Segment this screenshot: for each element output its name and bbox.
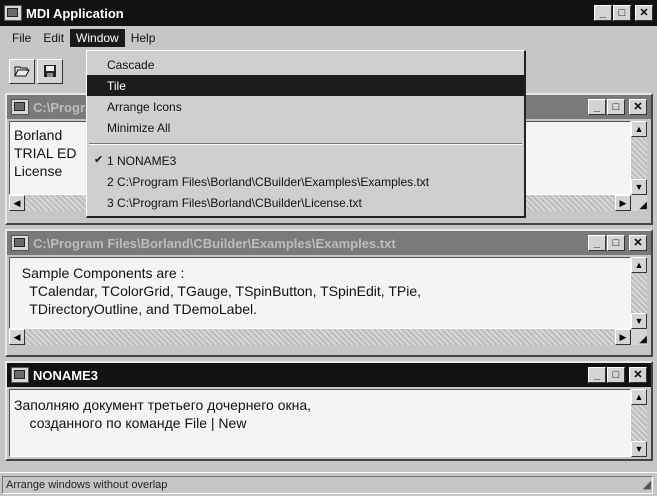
menu-item-arrange-icons[interactable]: Arrange Icons — [87, 96, 524, 117]
resize-grip-icon[interactable]: ◢ — [631, 329, 647, 345]
menu-item-label: 2 C:\Program Files\Borland\CBuilder\Exam… — [107, 174, 430, 189]
child-title-bar[interactable]: C:\Program Files\Borland\CBuilder\Exampl… — [7, 231, 651, 255]
menu-help[interactable]: Help — [125, 29, 162, 47]
child-maximize-button[interactable]: □ — [607, 367, 625, 383]
scroll-up-arrow-icon[interactable]: ▲ — [631, 257, 647, 273]
menu-item-label: 3 C:\Program Files\Borland\CBuilder\Lice… — [107, 195, 362, 210]
status-bar: Arrange windows without overlap ◢ — [0, 472, 657, 496]
save-button[interactable] — [37, 58, 63, 84]
document-icon[interactable] — [11, 235, 29, 251]
app-icon[interactable] — [4, 5, 22, 21]
document-line: Sample Components are : — [14, 265, 185, 281]
menu-item-minimize-all[interactable]: Minimize All — [87, 117, 524, 138]
document-line: TDirectoryOutline, and TDemoLabel. — [14, 301, 258, 317]
vertical-scrollbar[interactable]: ▲ ▼ — [631, 389, 647, 457]
scroll-right-arrow-icon[interactable]: ▶ — [615, 195, 631, 211]
resize-grip-icon[interactable]: ◢ — [631, 195, 647, 211]
menu-file[interactable]: File — [6, 29, 37, 47]
child-window-noname3[interactable]: NONAME3 _ □ ✕ Заполняю документ третьего… — [5, 361, 653, 461]
document-text-area[interactable]: Sample Components are : TCalendar, TColo… — [9, 257, 631, 329]
child-close-button[interactable]: ✕ — [629, 235, 647, 251]
child-minimize-button[interactable]: _ — [588, 99, 606, 115]
vertical-scrollbar[interactable]: ▲ ▼ — [631, 257, 647, 329]
menu-item-label: 1 NONAME3 — [107, 153, 177, 168]
scroll-up-arrow-icon[interactable]: ▲ — [631, 121, 647, 137]
horizontal-scrollbar[interactable]: ◀ ▶ — [9, 329, 631, 345]
menu-window[interactable]: Window — [70, 29, 125, 47]
menu-item-tile[interactable]: Tile — [87, 75, 524, 96]
scroll-up-arrow-icon[interactable]: ▲ — [631, 389, 647, 405]
scroll-down-arrow-icon[interactable]: ▼ — [631, 179, 647, 195]
menu-item-window-3[interactable]: 3 C:\Program Files\Borland\CBuilder\Lice… — [87, 192, 524, 213]
menu-item-window-1[interactable]: ✔ 1 NONAME3 — [87, 150, 524, 171]
window-menu-dropdown: Cascade Tile Arrange Icons Minimize All … — [86, 50, 526, 218]
app-title: MDI Application — [26, 5, 124, 21]
menu-item-window-2[interactable]: 2 C:\Program Files\Borland\CBuilder\Exam… — [87, 171, 524, 192]
vertical-scrollbar[interactable]: ▲ ▼ — [631, 121, 647, 195]
scroll-right-arrow-icon[interactable]: ▶ — [615, 329, 631, 345]
child-title: NONAME3 — [33, 367, 99, 383]
minimize-button[interactable]: _ — [594, 5, 612, 21]
floppy-disk-icon — [44, 65, 56, 77]
child-minimize-button[interactable]: _ — [588, 235, 606, 251]
child-title-bar[interactable]: NONAME3 _ □ ✕ — [7, 363, 651, 387]
document-line: Заполняю документ третьего дочернего окн… — [14, 397, 312, 413]
status-grip-icon[interactable]: ◢ — [643, 478, 651, 491]
document-icon[interactable] — [11, 367, 29, 383]
child-close-button[interactable]: ✕ — [629, 367, 647, 383]
scroll-down-arrow-icon[interactable]: ▼ — [631, 313, 647, 329]
menu-separator — [89, 143, 522, 145]
maximize-button[interactable]: □ — [613, 5, 631, 21]
child-close-button[interactable]: ✕ — [629, 99, 647, 115]
menu-bar: File Edit Window Help — [6, 28, 161, 48]
child-maximize-button[interactable]: □ — [607, 235, 625, 251]
menu-item-cascade[interactable]: Cascade — [87, 54, 524, 75]
scroll-left-arrow-icon[interactable]: ◀ — [9, 329, 25, 345]
folder-open-icon — [14, 66, 30, 77]
open-button[interactable] — [9, 58, 35, 84]
document-text-area[interactable]: Заполняю документ третьего дочернего окн… — [9, 389, 631, 457]
checkmark-icon: ✔ — [94, 154, 104, 166]
menu-edit[interactable]: Edit — [37, 29, 70, 47]
document-icon[interactable] — [11, 99, 29, 115]
document-line: созданного по команде File | New — [14, 415, 247, 431]
scroll-left-arrow-icon[interactable]: ◀ — [9, 195, 25, 211]
document-line: TCalendar, TColorGrid, TGauge, TSpinButt… — [14, 283, 421, 299]
child-minimize-button[interactable]: _ — [588, 367, 606, 383]
child-window-examples[interactable]: C:\Program Files\Borland\CBuilder\Exampl… — [5, 229, 653, 357]
app-title-bar[interactable]: MDI Application _ □ ✕ — [0, 0, 657, 26]
child-maximize-button[interactable]: □ — [607, 99, 625, 115]
status-text: Arrange windows without overlap — [2, 476, 653, 494]
child-title: C:\Program Files\Borland\CBuilder\Exampl… — [33, 235, 396, 251]
scroll-down-arrow-icon[interactable]: ▼ — [631, 441, 647, 457]
close-button[interactable]: ✕ — [635, 5, 653, 21]
